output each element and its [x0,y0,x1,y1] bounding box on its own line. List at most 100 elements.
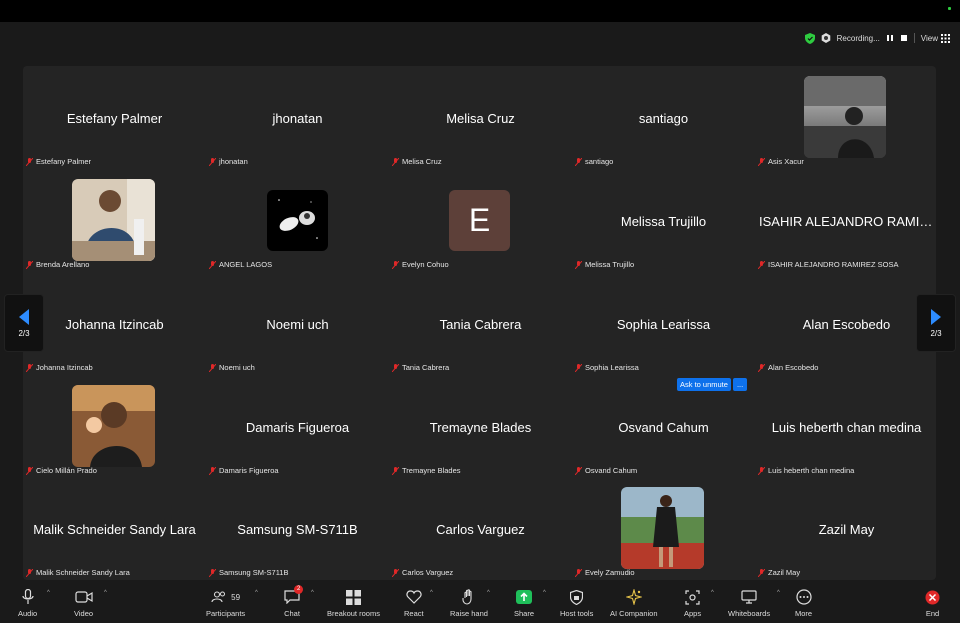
participant-tile[interactable]: ANGEL LAGOS [206,169,389,272]
participant-display-name: Johanna Itzincab [65,317,164,332]
audio-button[interactable]: Audio [18,588,37,618]
muted-mic-icon [758,568,765,577]
chevron-up-icon[interactable]: ^ [777,590,780,596]
ai-companion-button[interactable]: AI Companion [610,588,658,618]
page-indicator: 2/3 [18,328,30,338]
host-tools-button[interactable]: Host tools [560,588,593,618]
chevron-up-icon[interactable]: ^ [543,590,546,596]
participant-tile[interactable]: Asis Xacur [755,66,938,169]
participant-name-label: Tania Cabrera [392,363,449,372]
participant-tile[interactable]: Alan Escobedo Alan Escobedo [755,272,938,375]
participant-name-label: Melissa Trujillo [575,260,634,269]
heart-react-icon [406,590,422,604]
participant-name-label: Melisa Cruz [392,157,442,166]
muted-mic-icon [26,157,33,166]
participant-name-label: Noemi uch [209,363,255,372]
video-camera-icon [74,591,93,603]
chevron-up-icon[interactable]: ^ [311,590,314,596]
participant-tile[interactable]: Sophia Learissa Sophia Learissa [572,272,755,375]
chevron-up-icon[interactable]: ^ [430,590,433,596]
participant-tile[interactable]: Zazil May Zazil May [755,477,938,580]
previous-page-button[interactable]: 2/3 [4,294,44,352]
muted-mic-icon [26,260,33,269]
participant-display-name: Melissa Trujillo [620,214,707,229]
participant-tile[interactable]: Tremayne Blades Tremayne Blades [389,375,572,478]
participant-tile[interactable]: Malik Schneider Sandy Lara Malik Schneid… [23,477,206,580]
muted-mic-icon [392,260,399,269]
participant-display-name: santiago [638,111,689,126]
participant-tile[interactable]: Noemi uch Noemi uch [206,272,389,375]
muted-mic-icon [209,260,216,269]
more-button[interactable]: More [795,588,812,618]
muted-mic-icon [26,568,33,577]
muted-mic-icon [758,363,765,372]
chevron-up-icon[interactable]: ^ [255,590,258,596]
participant-tile[interactable]: Cielo Millán Prado [23,375,206,478]
breakout-rooms-button[interactable]: Breakout rooms [327,588,380,618]
participant-name-label: Alan Escobedo [758,363,818,372]
participant-display-name: Noemi uch [266,317,329,332]
next-page-button[interactable]: 2/3 [916,294,956,352]
chevron-up-icon[interactable]: ^ [47,590,50,596]
host-shield-icon [570,589,584,605]
muted-mic-icon [575,260,582,269]
participant-tile[interactable]: Carlos Varguez Carlos Varguez [389,477,572,580]
participants-button[interactable]: 59 Participants [206,588,245,618]
participant-name-label: ISAHIR ALEJANDRO RAMIREZ SOSA [758,260,898,269]
more-options-button[interactable]: ... [732,378,748,391]
participant-name-label: Brenda Arellano [26,260,89,269]
participant-tile[interactable]: Johanna Itzincab Johanna Itzincab [23,272,206,375]
muted-mic-icon [209,157,216,166]
chevron-up-icon[interactable]: ^ [104,590,107,596]
participant-name-label: Johanna Itzincab [26,363,93,372]
chat-button[interactable]: 2 Chat [284,585,304,618]
participant-tile[interactable]: Evely Zamudio [572,477,755,580]
meeting-toolbar: Audio ^ Video ^ 59 Participants ^ 2 Chat… [0,580,960,623]
ask-to-unmute-button[interactable]: Ask to unmute [677,378,731,391]
participant-tile[interactable]: Melissa Trujillo Melissa Trujillo [572,169,755,272]
participant-tile[interactable]: Damaris Figueroa Damaris Figueroa [206,375,389,478]
participant-tile[interactable]: E Evelyn Cohuo [389,169,572,272]
participant-tile[interactable]: Brenda Arellano [23,169,206,272]
participant-tile[interactable]: jhonatan jhonatan [206,66,389,169]
muted-mic-icon [758,466,765,475]
raise-hand-icon [462,589,472,605]
participant-tile[interactable]: Estefany Palmer Estefany Palmer [23,66,206,169]
participant-tile[interactable]: ISAHIR ALEJANDRO RAMIR... ISAHIR ALEJAND… [755,169,938,272]
chevron-up-icon[interactable]: ^ [487,590,490,596]
microphone-icon [21,589,34,604]
muted-mic-icon [758,157,765,166]
pause-recording-icon[interactable] [886,34,894,42]
participant-tile[interactable]: Tania Cabrera Tania Cabrera [389,272,572,375]
chevron-left-icon [19,308,29,325]
participant-tile[interactable]: santiago santiago [572,66,755,169]
stop-recording-icon[interactable] [900,34,908,42]
muted-mic-icon [392,568,399,577]
participant-display-name: Zazil May [818,522,875,537]
muted-mic-icon [575,363,582,372]
participant-display-name: Alan Escobedo [802,317,891,332]
apps-button[interactable]: Apps [684,588,701,618]
participant-tile[interactable]: Melisa Cruz Melisa Cruz [389,66,572,169]
participant-avatar-initial: E [449,190,510,251]
share-button[interactable]: Share [514,588,534,618]
end-meeting-button[interactable]: End [925,588,940,618]
raise-hand-button[interactable]: Raise hand [450,588,488,618]
recording-bar: Recording... View [804,29,950,47]
view-button[interactable]: View [921,33,950,43]
video-button[interactable]: Video [74,588,93,618]
whiteboards-button[interactable]: Whiteboards [728,588,770,618]
participant-tile[interactable]: Samsung SM-S711B Samsung SM-S711B [206,477,389,580]
recording-label: Recording... [836,33,880,43]
status-dot [948,7,951,10]
react-button[interactable]: React [404,588,424,618]
participant-name-label: Carlos Varguez [392,568,453,577]
recording-icon [821,33,830,43]
participant-display-name: jhonatan [272,111,323,126]
participant-name-label: Estefany Palmer [26,157,91,166]
ask-to-unmute-control: Ask to unmute ... [677,378,748,391]
window-title-bar [0,0,960,22]
chevron-up-icon[interactable]: ^ [711,590,714,596]
participant-display-name: Tremayne Blades [429,420,532,435]
participant-tile[interactable]: Luis heberth chan medina Luis heberth ch… [755,375,938,478]
